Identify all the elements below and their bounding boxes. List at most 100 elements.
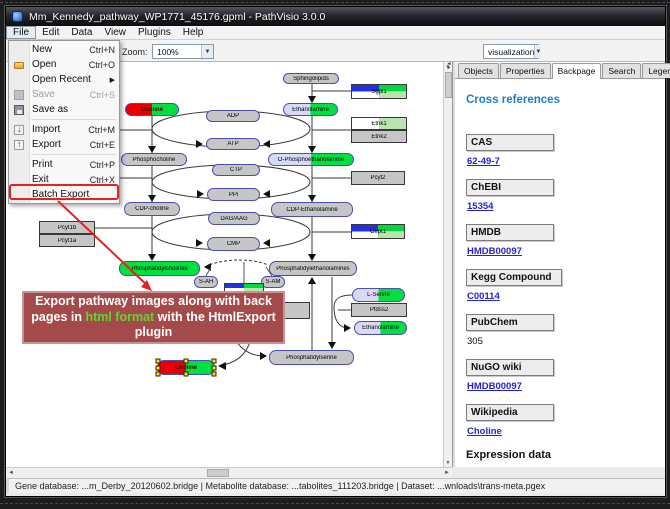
pathway-node-s-am[interactable]: S-AM	[261, 276, 285, 288]
pathway-node-cmp[interactable]: CMP	[207, 237, 260, 251]
selection-handle[interactable]	[156, 372, 161, 377]
backpage-section-header: CAS	[466, 134, 554, 151]
selection-handle[interactable]	[212, 359, 217, 364]
pathway-node-cdp-choline[interactable]: CDP-choline	[124, 202, 180, 216]
frame-line-bottom	[0, 503, 670, 504]
node-label: Phosphatidylserine	[286, 355, 337, 361]
menu-plugins[interactable]: Plugins	[132, 26, 177, 39]
pathway-node-adp[interactable]: ADP	[206, 110, 260, 122]
zoom-combobox[interactable]: 100% ▼	[152, 44, 214, 59]
visualization-combobox[interactable]: visualization ▼	[483, 44, 539, 59]
file-menu-item-new[interactable]: NewCtrl+N	[9, 42, 119, 57]
pathway-node-pcyt1b[interactable]: Pcyt1b	[39, 221, 95, 234]
tab-search[interactable]: Search	[602, 63, 641, 78]
pathway-node-o-phosphoethanolamine[interactable]: O-Phosphoethanolamine	[268, 153, 354, 166]
menu-file[interactable]: File	[6, 26, 36, 39]
pathway-node-phosphatidylserine[interactable]: Phosphatidylserine	[269, 350, 354, 365]
menu-separator	[31, 119, 117, 120]
scroll-down-icon[interactable]: ▼	[444, 459, 452, 467]
shortcut-label: Ctrl+S	[90, 90, 115, 100]
file-menu-item-label: Exit	[29, 174, 90, 185]
canvas-horizontal-scrollbar[interactable]: ◄ ►	[6, 467, 452, 478]
chevron-down-icon[interactable]: ▼	[534, 45, 541, 58]
menu-edit[interactable]: Edit	[36, 26, 65, 39]
tab-backpage[interactable]: Backpage	[552, 63, 602, 79]
backpage-link[interactable]: 15354	[467, 201, 493, 212]
file-menu-item-open[interactable]: OpenCtrl+O	[9, 57, 119, 72]
side-panel-tabs: ObjectsPropertiesBackpageSearchLegend	[455, 63, 665, 79]
save-icon	[14, 90, 24, 100]
backpage-link[interactable]: HMDB00097	[467, 381, 522, 392]
pathway-node-phosphatidylethanolamines[interactable]: Phosphatidylethanolamines	[269, 261, 357, 276]
file-menu-item-import[interactable]: ImportCtrl+M	[9, 122, 119, 137]
file-menu-item-export[interactable]: ExportCtrl+E	[9, 137, 119, 152]
selection-handle[interactable]	[156, 359, 161, 364]
file-menu-item-print[interactable]: PrintCtrl+P	[9, 157, 119, 172]
backpage-link[interactable]: Choline	[467, 426, 502, 437]
selection-handle[interactable]	[212, 365, 217, 370]
pathway-node-etnk2[interactable]: Etnk2	[351, 130, 407, 143]
node-label: ATP	[227, 141, 238, 147]
canvas-vertical-scrollbar[interactable]: ▲ ▼	[443, 62, 452, 467]
splitter-grip[interactable]: ◄►	[444, 62, 454, 71]
pathway-node-cept1[interactable]: Cept1	[351, 224, 405, 239]
pathway-node-choline[interactable]: Choline	[157, 360, 215, 375]
backpage-section-header: Kegg Compound	[466, 269, 562, 286]
pathway-node-phosphatidylcholines[interactable]: Phosphatidylcholines	[119, 261, 200, 276]
backpage-link[interactable]: HMDB00097	[467, 246, 522, 257]
node-label: CDP-Ethanolamine	[286, 207, 337, 213]
visualization-value: visualization	[488, 47, 534, 57]
pathway-node-ethanolamine[interactable]: Ethanolamine	[354, 321, 407, 335]
node-label: S-AM	[266, 279, 281, 285]
pathway-node-atp[interactable]: ATP	[206, 138, 260, 150]
tab-properties[interactable]: Properties	[500, 63, 551, 78]
scroll-right-icon[interactable]: ►	[444, 470, 450, 476]
file-menu: NewCtrl+NOpenCtrl+OOpen Recent▶SaveCtrl+…	[8, 40, 120, 204]
horizontal-scroll-thumb[interactable]	[207, 469, 229, 477]
backpage-section-value: 62-49-7	[467, 156, 665, 167]
menu-help[interactable]: Help	[177, 26, 210, 39]
tab-legend[interactable]: Legend	[642, 63, 670, 78]
menu-view[interactable]: View	[98, 26, 132, 39]
selection-handle[interactable]	[156, 365, 161, 370]
title-bar[interactable]: Mm_Kennedy_pathway_WP1771_45176.gpml - P…	[6, 7, 665, 26]
annotation-callout: Export pathway images along with back pa…	[22, 291, 285, 344]
pathway-node-ppi[interactable]: PPi	[207, 188, 260, 201]
file-menu-item-save[interactable]: SaveCtrl+S	[9, 87, 119, 102]
pathway-node-pcyt1a[interactable]: Pcyt1a	[39, 234, 95, 247]
pathway-node-sphingolipids[interactable]: Sphingolipids	[283, 73, 339, 84]
pathway-node-dag-aag[interactable]: DAG/AAG	[208, 212, 260, 225]
selection-handle[interactable]	[184, 372, 189, 377]
pathway-node-ptdss2[interactable]: Ptdss2	[351, 303, 407, 317]
vertical-scroll-thumb[interactable]	[445, 72, 452, 98]
shortcut-label: Ctrl+X	[90, 175, 115, 185]
pathway-node-sgpl1[interactable]: Sgpl1	[351, 84, 407, 99]
pathway-node-s-ah[interactable]: S-AH	[194, 276, 218, 288]
file-menu-item-open-recent[interactable]: Open Recent▶	[9, 72, 119, 87]
pathway-node-pcyt2[interactable]: Pcyt2	[351, 171, 405, 185]
menu-data[interactable]: Data	[65, 26, 98, 39]
pathway-node-ctp[interactable]: CTP	[212, 164, 260, 176]
file-menu-item-exit[interactable]: ExitCtrl+X	[9, 172, 119, 187]
backpage-link[interactable]: C00114	[467, 291, 500, 302]
pathway-node-choline[interactable]: Choline	[125, 103, 179, 116]
pathway-node-etnk1[interactable]: Etnk1	[351, 117, 407, 130]
scroll-left-icon[interactable]: ◄	[8, 470, 14, 476]
pathway-node[interactable]	[284, 302, 310, 319]
pathway-node-phosphocholine[interactable]: Phosphocholine	[121, 153, 187, 166]
selection-handle[interactable]	[184, 359, 189, 364]
backpage-section-value: 305	[467, 336, 665, 347]
tab-objects[interactable]: Objects	[458, 63, 499, 78]
file-menu-item-save-as[interactable]: Save as	[9, 102, 119, 117]
export-icon	[14, 140, 24, 150]
pathway-node-cdp-ethanolamine[interactable]: CDP-Ethanolamine	[271, 202, 353, 217]
zoom-label: Zoom:	[122, 47, 148, 57]
backpage-link[interactable]: 62-49-7	[467, 156, 500, 167]
shortcut-label: Ctrl+O	[89, 60, 115, 70]
selection-handle[interactable]	[212, 372, 217, 377]
pathway-node-l-serine[interactable]: L-Serine	[352, 288, 405, 302]
file-menu-item-batch-export[interactable]: Batch Export	[9, 187, 119, 202]
chevron-down-icon[interactable]: ▼	[201, 45, 213, 58]
node-label: Pcyt1a	[58, 238, 76, 244]
pathway-node-ethanolamine[interactable]: Ethanolamine	[283, 103, 338, 116]
